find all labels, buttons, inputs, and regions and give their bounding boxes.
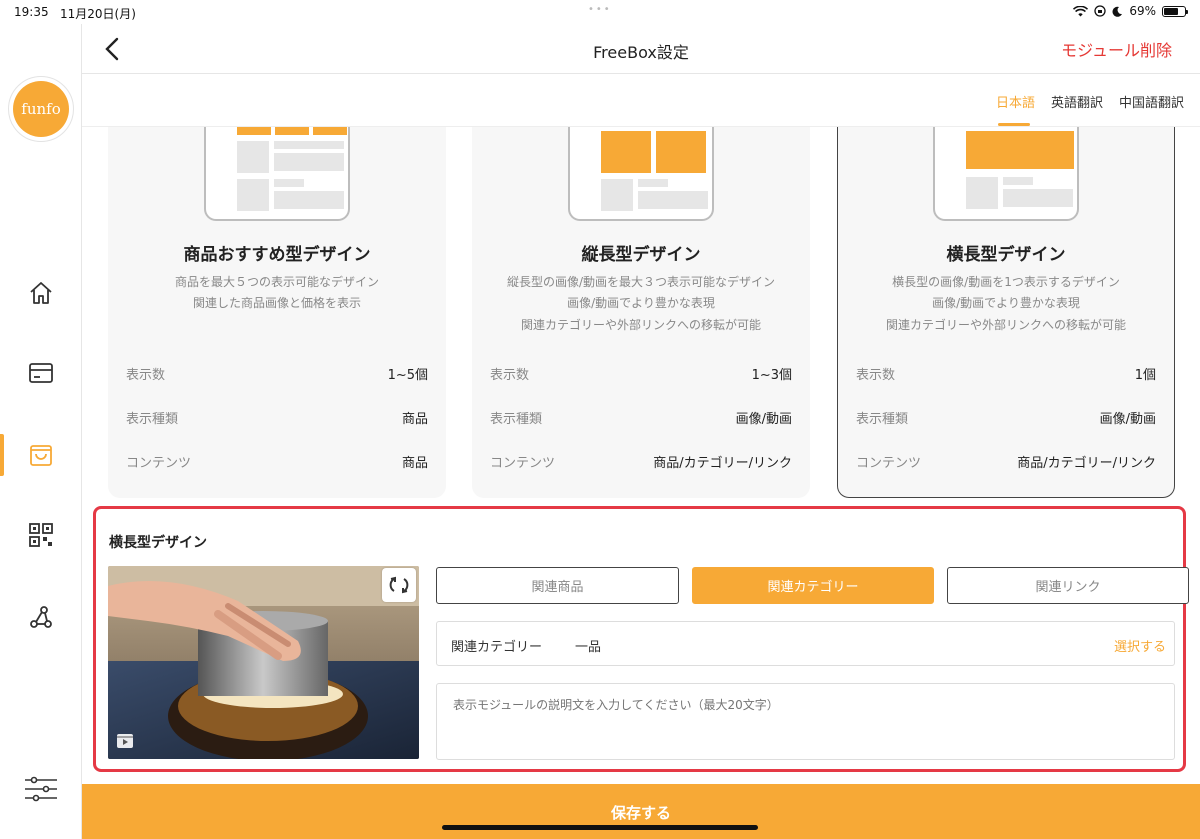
description-textarea[interactable] [436, 683, 1175, 760]
card-title: 商品おすすめ型デザイン [183, 245, 371, 265]
spec-key: 表示数 [856, 368, 896, 383]
active-tab-underline [998, 123, 1030, 126]
home-indicator[interactable] [442, 825, 758, 830]
card-desc-line: 画像/動画でより豊かな表現 [567, 296, 715, 310]
spec-key: 表示種類 [856, 412, 909, 427]
card-desc-line: 画像/動画でより豊かな表現 [932, 296, 1080, 310]
spec-row: 表示数 1~3個 [490, 364, 792, 383]
spec-key: コンテンツ [490, 456, 556, 471]
page-title: FreeBox設定 [593, 43, 689, 62]
language-tabs: 日本語 英語翻訳 中国語翻訳 [82, 75, 1200, 127]
design-card-horizontal[interactable]: 横長型デザイン 横長型の画像/動画を1つ表示するデザイン 画像/動画でより豊かな… [837, 127, 1175, 498]
replace-media-button[interactable] [382, 568, 416, 602]
orientation-lock-icon [1094, 5, 1106, 17]
card-desc-line: 横長型の画像/動画を1つ表示するデザイン [892, 275, 1120, 289]
select-button[interactable]: 選択する [1114, 636, 1166, 655]
tab-chinese[interactable]: 中国語翻訳 [1119, 92, 1184, 111]
field-label: 関連カテゴリー [451, 640, 543, 655]
spec-value: 商品/カテゴリー/リンク [1017, 456, 1156, 471]
status-icons: 69% [1073, 4, 1188, 18]
battery-icon [1162, 5, 1188, 17]
spec-row: コンテンツ 商品/カテゴリー/リンク [856, 452, 1156, 471]
status-date: 11月20日(月) [60, 7, 136, 21]
funfo-logo[interactable]: funfo [8, 76, 74, 142]
wifi-icon [1073, 5, 1089, 16]
tab-related-product[interactable]: 関連商品 [436, 567, 679, 604]
spec-key: 表示種類 [126, 412, 179, 427]
qr-code-icon[interactable] [24, 518, 58, 552]
tab-related-link[interactable]: 関連リンク [947, 567, 1189, 604]
card-icon[interactable] [24, 356, 58, 390]
sidebar-active-indicator [0, 434, 4, 476]
tab-japanese[interactable]: 日本語 [996, 92, 1035, 111]
recommend-design-thumbnail [204, 127, 350, 221]
spec-row: 表示数 1個 [856, 364, 1156, 383]
editor-title: 横長型デザイン [109, 535, 207, 551]
field-value: 一品 [575, 640, 602, 655]
status-bar: 19:35 11月20日(月) ••• 69% [0, 0, 1200, 24]
spec-row: 表示種類 画像/動画 [490, 408, 792, 427]
tab-related-category[interactable]: 関連カテゴリー [692, 567, 934, 604]
spec-key: 表示数 [490, 368, 530, 383]
shop-icon[interactable] [24, 438, 58, 472]
spec-value: 商品 [401, 412, 428, 427]
delete-module-button[interactable]: モジュール削除 [1061, 37, 1172, 61]
sidebar: funfo [0, 24, 82, 839]
spec-value: 商品 [401, 456, 428, 471]
header: FreeBox設定 モジュール削除 [82, 24, 1200, 74]
card-desc-line: 関連カテゴリーや外部リンクへの移転が可能 [520, 318, 761, 332]
card-desc-line: 商品を最大５つの表示可能なデザイン [174, 275, 379, 289]
status-time: 19:35 [14, 5, 49, 19]
spec-row: コンテンツ 商品/カテゴリー/リンク [490, 452, 792, 471]
spec-key: 表示種類 [490, 412, 543, 427]
network-icon[interactable] [24, 600, 58, 634]
spec-value: 1~5個 [387, 368, 428, 383]
spec-value: 1個 [1134, 368, 1156, 383]
video-icon [116, 731, 134, 753]
card-desc-line: 縦長型の画像/動画を最大３つ表示可能なデザイン [506, 275, 776, 289]
spec-value: 画像/動画 [1099, 412, 1156, 427]
spec-value: 画像/動画 [735, 412, 792, 427]
module-editor: 横長型デザイン 関連商品 関連カテゴリー 関連リンク 関連カテゴリー 一品 選択… [93, 506, 1189, 772]
tab-english[interactable]: 英語翻訳 [1051, 92, 1103, 111]
logo-text: funfo [13, 81, 69, 137]
design-card-recommend[interactable]: 商品おすすめ型デザイン 商品を最大５つの表示可能なデザイン 関連した商品画像と価… [108, 127, 446, 498]
battery-percent: 69% [1129, 4, 1156, 18]
card-title: 横長型デザイン [946, 245, 1066, 265]
horizontal-design-thumbnail [933, 127, 1079, 221]
page: 19:35 11月20日(月) ••• 69% funfo FreeBox設定 … [0, 0, 1200, 839]
card-desc-line: 関連カテゴリーや外部リンクへの移転が可能 [885, 318, 1126, 332]
card-desc-line: 関連した商品画像と価格を表示 [192, 296, 361, 310]
spec-row: 表示種類 商品 [126, 408, 428, 427]
moon-icon [1112, 6, 1123, 17]
related-category-field[interactable]: 関連カテゴリー 一品 選択する [436, 621, 1175, 666]
refresh-icon [389, 576, 409, 594]
spec-row: コンテンツ 商品 [126, 452, 428, 471]
spec-value: 1~3個 [751, 368, 792, 383]
spec-row: 表示種類 画像/動画 [856, 408, 1156, 427]
spec-key: コンテンツ [856, 456, 922, 471]
spec-value: 商品/カテゴリー/リンク [653, 456, 792, 471]
settings-sliders-icon[interactable] [24, 772, 58, 806]
multitask-dots-icon[interactable]: ••• [588, 4, 612, 15]
save-label: 保存する [610, 804, 671, 822]
spec-key: コンテンツ [126, 456, 192, 471]
spec-key: 表示数 [126, 368, 166, 383]
home-icon[interactable] [24, 276, 58, 310]
design-card-vertical[interactable]: 縦長型デザイン 縦長型の画像/動画を最大３つ表示可能なデザイン 画像/動画でより… [472, 127, 810, 498]
vertical-design-thumbnail [568, 127, 714, 221]
save-button[interactable]: 保存する [82, 784, 1200, 839]
card-title: 縦長型デザイン [581, 245, 701, 265]
media-preview[interactable] [108, 566, 419, 759]
spec-row: 表示数 1~5個 [126, 364, 428, 383]
